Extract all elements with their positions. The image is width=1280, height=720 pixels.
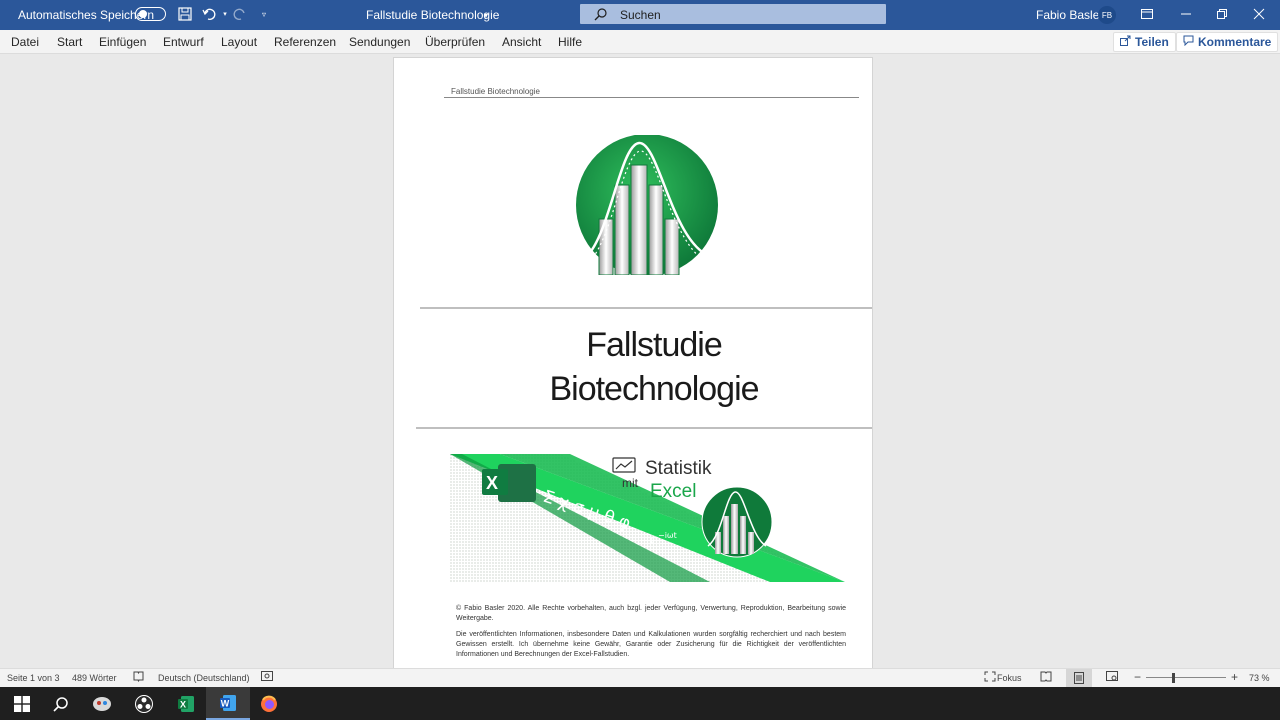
minimize-icon[interactable] <box>1178 6 1194 22</box>
share-button[interactable]: Teilen <box>1113 32 1176 52</box>
tab-sendungen[interactable]: Sendungen <box>349 35 410 49</box>
save-icon[interactable] <box>177 6 193 22</box>
svg-text:X: X <box>180 699 186 709</box>
tab-start[interactable]: Start <box>57 35 82 49</box>
accessibility-icon[interactable] <box>261 671 273 684</box>
language-label[interactable]: Deutsch (Deutschland) <box>158 673 250 683</box>
focus-icon[interactable] <box>984 671 996 684</box>
tab-entwurf[interactable]: Entwurf <box>163 35 204 49</box>
tab-einfuegen[interactable]: Einfügen <box>99 35 146 49</box>
banner-statistik: Statistik <box>645 458 712 479</box>
firefox-icon[interactable] <box>247 687 291 720</box>
tab-datei[interactable]: Datei <box>11 35 39 49</box>
redo-icon[interactable] <box>232 6 248 22</box>
title-line-2: Biotechnologie <box>549 370 759 408</box>
statistics-logo <box>576 135 718 275</box>
excel-app-icon[interactable]: X <box>164 687 208 720</box>
statistik-mit-excel-banner: X Σ χ σ μ θ φ e −iωt Statistik mit Excel <box>450 454 845 582</box>
undo-dropdown-icon[interactable]: ▾ <box>217 6 233 22</box>
title-line-1: Fallstudie <box>586 326 723 364</box>
banner-exponent-base: e <box>650 533 657 547</box>
page-header-text: Fallstudie Biotechnologie <box>451 87 540 96</box>
zoom-in-button[interactable]: + <box>1231 670 1238 684</box>
title-bar: Automatisches Speichern ▾ ▿ Fallstudie B… <box>0 0 1280 30</box>
share-label: Teilen <box>1135 35 1169 49</box>
share-icon <box>1120 35 1131 49</box>
tab-layout[interactable]: Layout <box>221 35 257 49</box>
search-icon <box>594 7 608 24</box>
undo-icon[interactable] <box>201 6 217 22</box>
document-area[interactable]: Fallstudie Biotechnologie Fallstudie Bio… <box>0 55 1280 669</box>
zoom-level[interactable]: 73 % <box>1249 673 1270 683</box>
banner-mit: mit <box>622 476 639 490</box>
print-layout-button[interactable] <box>1066 669 1092 687</box>
zoom-slider-track[interactable] <box>1146 677 1226 678</box>
header-divider <box>444 97 859 98</box>
title-dropdown-icon[interactable]: ▾ <box>478 7 494 23</box>
banner-exponent: −iωt <box>658 531 677 540</box>
user-name[interactable]: Fabio Basler <box>1036 8 1103 22</box>
ribbon-display-options-icon[interactable] <box>1139 6 1155 22</box>
page-count[interactable]: Seite 1 von 3 <box>7 673 60 683</box>
autosave-toggle[interactable] <box>135 7 166 21</box>
zoom-slider-thumb[interactable] <box>1172 673 1175 683</box>
tab-ueberpruefen[interactable]: Überprüfen <box>425 35 485 49</box>
trend-chart-icon <box>612 457 636 473</box>
word-app-icon[interactable]: W <box>206 687 250 720</box>
toggle-knob <box>139 10 147 18</box>
status-bar: Seite 1 von 3 489 Wörter Deutsch (Deutsc… <box>0 668 1280 687</box>
svg-text:W: W <box>221 698 230 708</box>
title-bottom-rule <box>416 427 872 429</box>
customize-toolbar-icon[interactable]: ▿ <box>256 6 272 22</box>
close-icon[interactable] <box>1251 6 1267 22</box>
comment-icon <box>1183 35 1194 49</box>
proofing-icon[interactable] <box>133 671 144 684</box>
word-count[interactable]: 489 Wörter <box>72 673 117 683</box>
taskbar-search-icon[interactable] <box>39 687 83 720</box>
document-page[interactable]: Fallstudie Biotechnologie Fallstudie Bio… <box>393 57 873 669</box>
read-mode-icon[interactable] <box>1040 671 1052 684</box>
restore-icon[interactable] <box>1214 6 1230 22</box>
focus-label[interactable]: Fokus <box>997 673 1022 683</box>
snipping-tool-icon[interactable] <box>80 687 124 720</box>
svg-text:X: X <box>486 473 498 493</box>
web-layout-icon[interactable] <box>1106 671 1118 684</box>
tab-ansicht[interactable]: Ansicht <box>502 35 541 49</box>
autosave-label: Automatisches Speichern <box>18 8 155 22</box>
tab-referenzen[interactable]: Referenzen <box>274 35 336 49</box>
comments-label: Kommentare <box>1198 35 1272 49</box>
copyright-text: © Fabio Basler 2020. Alle Rechte vorbeha… <box>456 605 846 622</box>
search-box[interactable]: Suchen <box>580 4 886 24</box>
obs-studio-icon[interactable] <box>122 687 166 720</box>
windows-start-icon[interactable] <box>0 687 44 720</box>
tab-hilfe[interactable]: Hilfe <box>558 35 582 49</box>
windows-taskbar: X W <box>0 687 1280 720</box>
avatar[interactable]: FB <box>1098 6 1116 24</box>
comments-button[interactable]: Kommentare <box>1176 32 1279 52</box>
banner-excel: Excel <box>650 481 696 502</box>
ribbon-tabs: Datei Start Einfügen Entwurf Layout Refe… <box>0 30 1280 54</box>
zoom-out-button[interactable]: − <box>1134 670 1141 684</box>
search-placeholder: Suchen <box>620 8 661 22</box>
disclaimer-text: Die veröffentlichten Informationen, insb… <box>456 631 846 658</box>
title-top-rule <box>420 307 872 309</box>
